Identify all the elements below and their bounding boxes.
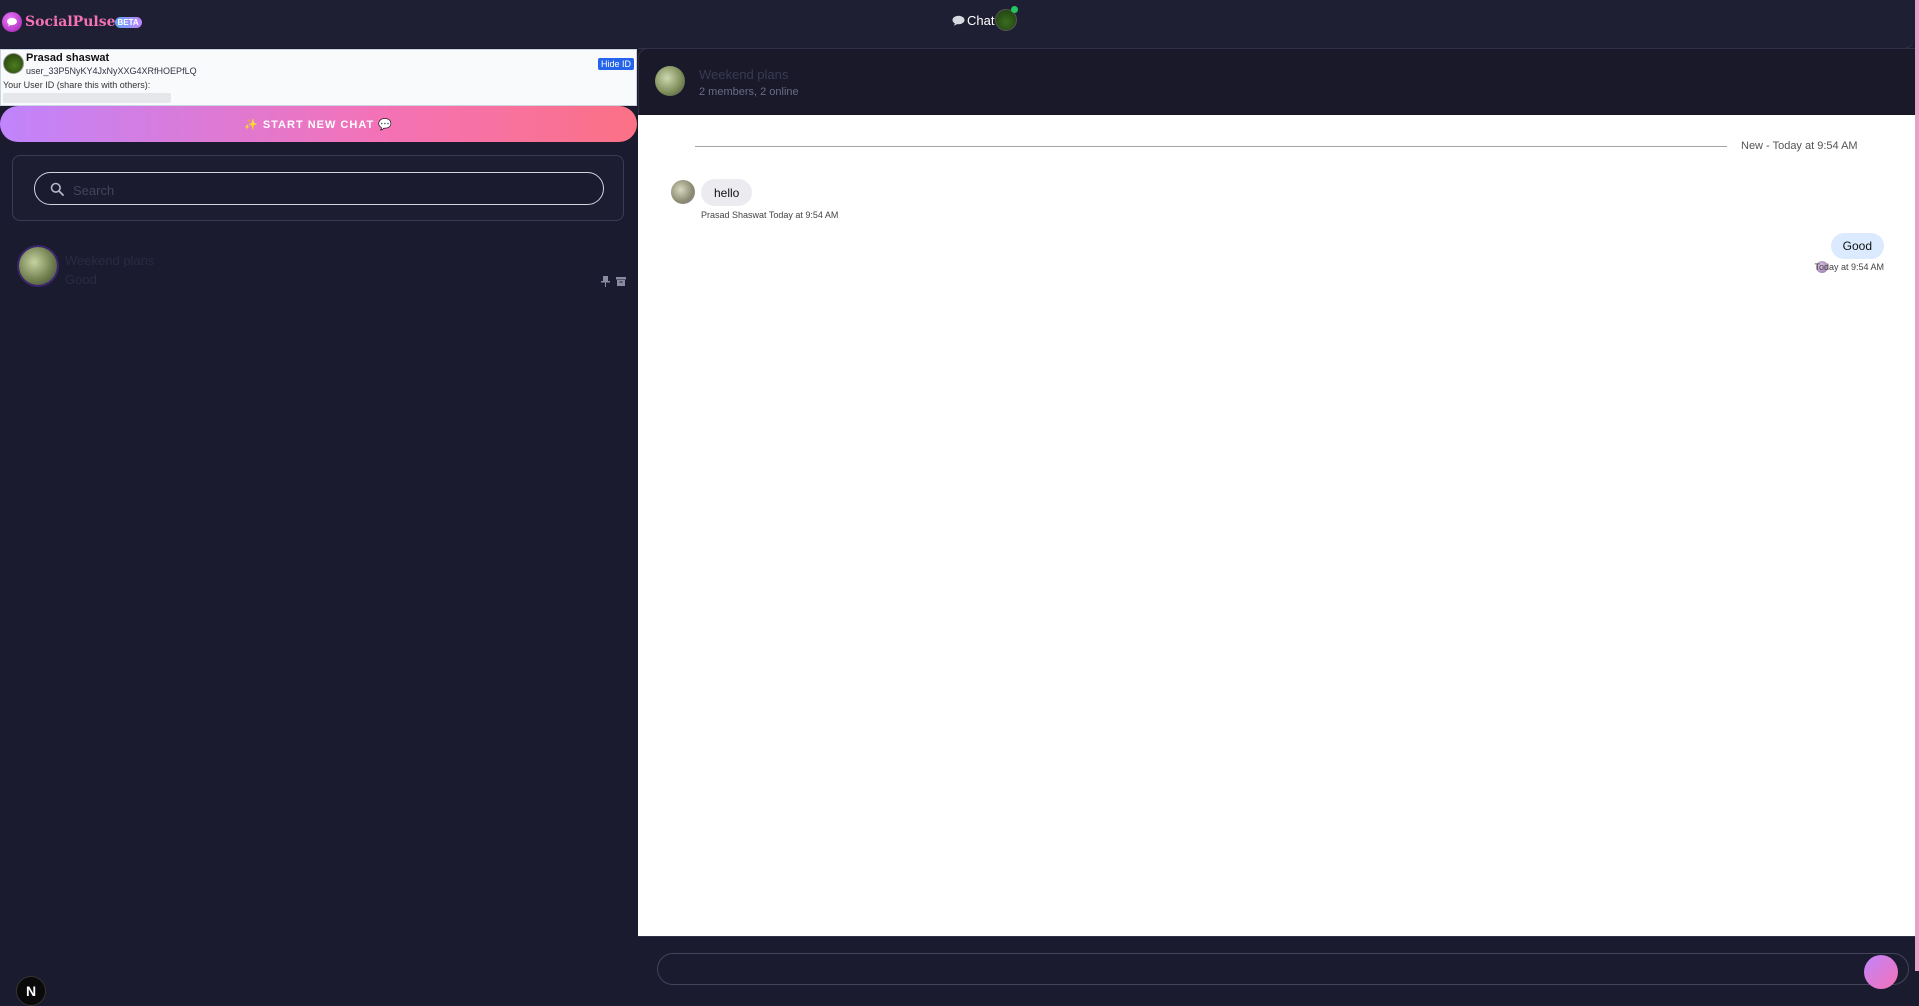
new-messages-divider bbox=[695, 146, 1727, 147]
online-status-dot bbox=[1011, 6, 1018, 13]
scrollbar[interactable] bbox=[1915, 0, 1919, 971]
message-list: New - Today at 9:54 AM hello Prasad Shas… bbox=[638, 115, 1915, 936]
hide-id-button[interactable]: Hide ID bbox=[597, 58, 634, 70]
nav-chat-label: Chat bbox=[967, 13, 995, 28]
sender-avatar bbox=[671, 180, 695, 204]
conversation-item[interactable]: Weekend plans Good bbox=[0, 244, 638, 292]
start-new-chat-button[interactable]: ✨ START NEW CHAT 💬 bbox=[0, 106, 637, 142]
message-composer bbox=[638, 936, 1915, 989]
outgoing-message-meta: Today at 9:54 AM bbox=[1814, 262, 1884, 272]
conversation-avatar bbox=[19, 247, 57, 285]
pin-icon[interactable] bbox=[601, 276, 610, 287]
conversation-last-message: Good bbox=[65, 272, 97, 287]
message-input[interactable] bbox=[657, 953, 1909, 985]
incoming-message-meta: Prasad Shaswat Today at 9:54 AM bbox=[701, 210, 839, 220]
brand-name: SocialPulse bbox=[25, 14, 116, 30]
search-icon bbox=[50, 182, 64, 196]
search-field[interactable] bbox=[34, 172, 604, 205]
search-panel bbox=[12, 155, 624, 221]
chat-panel: Weekend plans 2 members, 2 online New - … bbox=[638, 48, 1915, 989]
user-id-share-label: Your User ID (share this with others): bbox=[3, 80, 151, 90]
incoming-message-bubble[interactable]: hello bbox=[701, 179, 753, 206]
brand[interactable]: SocialPulse BETA bbox=[2, 12, 142, 32]
outgoing-message-bubble[interactable]: Good bbox=[1830, 233, 1884, 259]
brand-logo-icon bbox=[2, 12, 22, 32]
send-button[interactable] bbox=[1864, 955, 1898, 989]
sidebar: Prasad shaswat user_33P5NyKY4JxNyXXG4XRf… bbox=[0, 48, 638, 1006]
chat-group-avatar[interactable] bbox=[655, 66, 685, 96]
chat-title: Weekend plans bbox=[699, 67, 789, 82]
chat-member-status: 2 members, 2 online bbox=[699, 86, 799, 98]
profile-name: Prasad shaswat bbox=[26, 52, 110, 64]
profile-card: Prasad shaswat user_33P5NyKY4JxNyXXG4XRf… bbox=[0, 49, 637, 106]
chat-header: Weekend plans 2 members, 2 online bbox=[638, 48, 1915, 115]
profile-user-id: user_33P5NyKY4JxNyXXG4XRfHOEPfLQ bbox=[26, 66, 197, 76]
conversation-name: Weekend plans bbox=[65, 253, 155, 268]
profile-avatar bbox=[3, 53, 24, 74]
archive-icon[interactable] bbox=[616, 277, 626, 286]
beta-badge: BETA bbox=[114, 16, 142, 28]
search-input[interactable] bbox=[71, 179, 595, 201]
nav-chat-link[interactable]: Chat bbox=[952, 13, 994, 28]
top-nav-bar: SocialPulse BETA Chat bbox=[0, 0, 1915, 49]
user-id-copy-box[interactable] bbox=[3, 93, 171, 103]
n-badge-icon[interactable]: N bbox=[16, 976, 46, 1006]
new-messages-label: New - Today at 9:54 AM bbox=[1741, 140, 1858, 152]
chat-bubble-icon bbox=[952, 15, 965, 26]
